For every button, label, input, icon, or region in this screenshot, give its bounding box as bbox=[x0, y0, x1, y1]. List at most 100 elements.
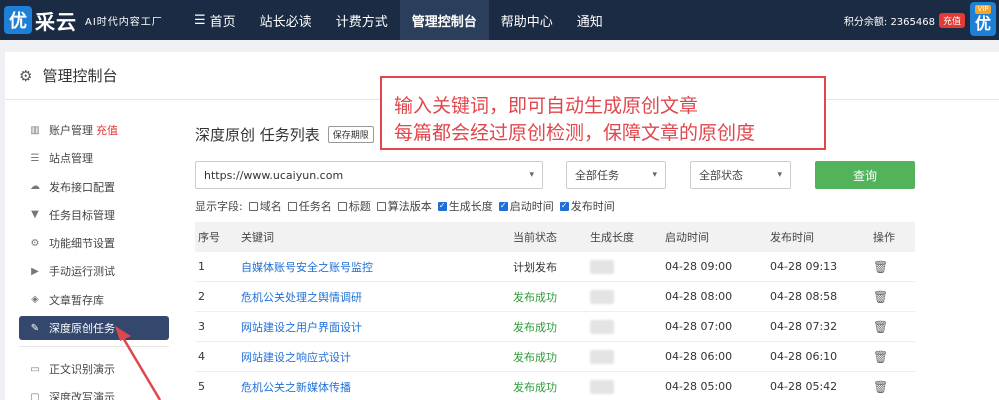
nav-console[interactable]: 管理控制台 bbox=[399, 0, 489, 40]
trash-icon[interactable]: 🗑 bbox=[873, 342, 888, 372]
sidebar-item-label: 深度改写演示 bbox=[49, 391, 115, 400]
layers-icon: ◈ bbox=[31, 294, 39, 306]
sidebar-item-account[interactable]: ▥ 账户管理 充值 bbox=[19, 118, 169, 142]
trash-icon[interactable]: 🗑 bbox=[873, 282, 888, 312]
sidebar-item-label: 功能细节设置 bbox=[49, 237, 115, 251]
blurred-length bbox=[590, 289, 614, 304]
points-balance: 积分余额: 2365468 充值 bbox=[844, 13, 965, 28]
status-select[interactable]: 全部状态 ▾ bbox=[690, 161, 791, 189]
query-button[interactable]: 查询 bbox=[815, 161, 915, 189]
nav-webmaster-guide-label: 站长必读 bbox=[259, 14, 312, 30]
edit-icon: ✎ bbox=[30, 322, 40, 334]
col-header-status: 当前状态 bbox=[513, 231, 557, 244]
url-select[interactable]: https://www.ucaiyun.com ▾ bbox=[195, 161, 543, 189]
field-label: 域名 bbox=[259, 200, 282, 213]
table-row: 4 网站建设之响应式设计 发布成功 04-28 06:00 04-28 06:1… bbox=[195, 342, 915, 372]
page-title: 深度原创 任务列表 保存期限 bbox=[195, 124, 374, 145]
row-length bbox=[590, 342, 614, 372]
sidebar-item-feature-settings[interactable]: ⚙ 功能细节设置 bbox=[19, 231, 169, 255]
nav-help-label: 帮助中心 bbox=[500, 14, 553, 30]
nav-notice-label: 通知 bbox=[576, 14, 603, 30]
main-nav: ☰ 首页 站长必读 计费方式 管理控制台 帮助中心 通知 bbox=[182, 0, 615, 40]
nav-webmaster-guide[interactable]: 站长必读 bbox=[248, 0, 324, 40]
task-select[interactable]: 全部任务 ▾ bbox=[566, 161, 666, 189]
row-status: 计划发布 bbox=[513, 260, 557, 274]
sidebar-item-article-store[interactable]: ◈ 文章暂存库 bbox=[19, 288, 169, 312]
row-keyword-link[interactable]: 危机公关处理之舆情调研 bbox=[241, 282, 362, 312]
sidebar-item-label: 发布接口配置 bbox=[49, 180, 115, 194]
row-keyword-link[interactable]: 网站建设之用户界面设计 bbox=[241, 312, 362, 342]
save-period-tag[interactable]: 保存期限 bbox=[327, 126, 374, 143]
row-no: 1 bbox=[198, 260, 205, 273]
table-row: 2 危机公关处理之舆情调研 发布成功 04-28 08:00 04-28 08:… bbox=[195, 282, 915, 312]
task-list-title: 深度原创 任务列表 bbox=[195, 126, 320, 144]
blurred-length bbox=[590, 349, 614, 364]
field-checkbox-algo-version[interactable]: 算法版本 bbox=[376, 198, 432, 214]
field-checkbox-gen-length[interactable]: ✓ 生成长度 bbox=[437, 198, 493, 214]
row-no: 4 bbox=[198, 350, 205, 363]
check-icon: ✓ bbox=[498, 201, 508, 211]
status-select-value: 全部状态 bbox=[699, 169, 743, 182]
trash-icon[interactable]: 🗑 bbox=[873, 252, 888, 282]
sidebar-item-rewrite-demo[interactable]: ▢ 深度改写演示 bbox=[19, 385, 169, 400]
monitor-icon: ▭ bbox=[30, 363, 40, 375]
sidebar-item-manual-test[interactable]: ▶ 手动运行测试 bbox=[19, 259, 169, 283]
sidebar-item-task-targets[interactable]: ▼ 任务目标管理 bbox=[19, 203, 169, 227]
blurred-length bbox=[590, 379, 614, 394]
sidebar-item-label: 账户管理 bbox=[49, 124, 93, 137]
row-keyword-link[interactable]: 危机公关之新媒体传播 bbox=[241, 372, 351, 400]
col-header-action: 操作 bbox=[873, 231, 895, 244]
col-header-start: 启动时间 bbox=[665, 231, 709, 244]
row-publish-time: 04-28 05:42 bbox=[770, 380, 838, 393]
row-start-time: 04-28 08:00 bbox=[665, 290, 733, 303]
sidebar-item-label: 文章暂存库 bbox=[49, 293, 104, 307]
table-row: 5 危机公关之新媒体传播 发布成功 04-28 05:00 04-28 05:4… bbox=[195, 372, 915, 400]
row-start-time: 04-28 05:00 bbox=[665, 380, 733, 393]
cogs-icon: ⚙ bbox=[30, 237, 40, 249]
chat-icon: ▢ bbox=[30, 391, 40, 400]
url-select-value: https://www.ucaiyun.com bbox=[204, 168, 344, 182]
row-start-time: 04-28 09:00 bbox=[665, 260, 733, 273]
field-label: 任务名 bbox=[298, 200, 332, 213]
blurred-length bbox=[590, 319, 614, 334]
row-keyword-link[interactable]: 自媒体账号安全之账号监控 bbox=[241, 252, 373, 282]
row-length bbox=[590, 252, 614, 282]
row-no: 3 bbox=[198, 320, 205, 333]
nav-help[interactable]: 帮助中心 bbox=[489, 0, 565, 40]
checkbox-box bbox=[337, 201, 347, 211]
logo-mark: 优 bbox=[4, 6, 32, 34]
sidebar-item-text-recognition[interactable]: ▭ 正文识别演示 bbox=[19, 357, 169, 381]
vip-badge[interactable]: VIP 优 bbox=[970, 2, 996, 36]
brand-tagline: AI时代内容工厂 bbox=[85, 16, 163, 28]
sidebar-item-publish-api[interactable]: ☁ 发布接口配置 bbox=[19, 175, 169, 199]
chevron-down-icon: ▾ bbox=[652, 170, 657, 180]
menu-icon: ☰ bbox=[194, 12, 206, 28]
trash-icon[interactable]: 🗑 bbox=[873, 372, 888, 400]
nav-home-label: 首页 bbox=[209, 14, 236, 30]
field-checkbox-title[interactable]: 标题 bbox=[337, 198, 371, 214]
brand-name: 采云 bbox=[35, 9, 77, 34]
brand-logo[interactable]: 优 采云 AI时代内容工厂 bbox=[4, 3, 163, 37]
nav-notice[interactable]: 通知 bbox=[565, 0, 615, 40]
field-checkbox-publish-time[interactable]: ✓ 发布时间 bbox=[559, 198, 615, 214]
nav-pricing[interactable]: 计费方式 bbox=[324, 0, 400, 40]
sidebar-charge-link[interactable]: 充值 bbox=[96, 122, 118, 138]
field-checkbox-start-time[interactable]: ✓ 启动时间 bbox=[498, 198, 554, 214]
field-label: 算法版本 bbox=[387, 200, 432, 213]
trash-icon[interactable]: 🗑 bbox=[873, 312, 888, 342]
col-header-publish: 发布时间 bbox=[770, 231, 814, 244]
server-icon: ☰ bbox=[30, 152, 40, 164]
field-checkbox-task-name[interactable]: 任务名 bbox=[287, 198, 332, 214]
sidebar-item-deep-original[interactable]: ✎ 深度原创任务 bbox=[19, 316, 169, 341]
row-keyword-link[interactable]: 网站建设之响应式设计 bbox=[241, 342, 351, 372]
nav-pricing-label: 计费方式 bbox=[335, 14, 388, 30]
nav-console-label: 管理控制台 bbox=[411, 14, 477, 30]
panel-title: 管理控制台 bbox=[42, 67, 118, 85]
sidebar-item-label: 深度原创任务 bbox=[49, 322, 115, 336]
nav-home[interactable]: ☰ 首页 bbox=[182, 0, 248, 40]
charge-button[interactable]: 充值 bbox=[938, 13, 965, 28]
points-label: 积分余额: 2365468 bbox=[843, 17, 935, 28]
sidebar-item-sites[interactable]: ☰ 站点管理 bbox=[19, 146, 169, 170]
field-checkbox-domain[interactable]: 域名 bbox=[248, 198, 282, 214]
row-status: 发布成功 bbox=[513, 350, 557, 364]
